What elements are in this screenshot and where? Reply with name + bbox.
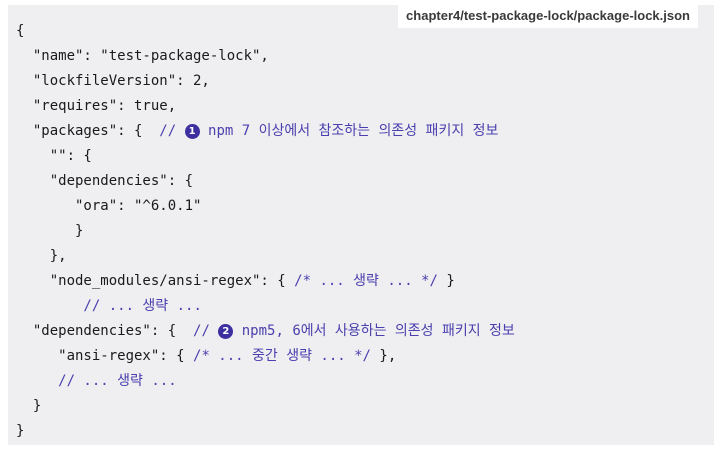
code-line: "ora": "^6.0.1" [16,198,202,214]
code-comment: /* ... 중간 생략 ... */ [193,348,371,364]
code-text: } [437,273,455,289]
code-line: "packages": { // 1 npm 7 이상에서 참조하는 의존성 패… [16,119,515,144]
code-text: "packages": { [16,123,160,139]
code-line: } [16,398,42,414]
code-line: } [16,423,25,439]
code-line: "lockfileVersion": 2, [16,73,210,89]
code-text: }, [370,348,397,364]
code-comment-line: // ... 생략 ... [16,373,177,389]
code-line: { [16,23,25,39]
code-comment: npm 7 이상에서 참조하는 의존성 패키지 정보 [199,123,499,139]
code-line: "requires": true, [16,98,177,114]
code-line: "": { [16,148,92,164]
code-line: "ansi-regex": { /* ... 중간 생략 ... */ }, [16,344,515,369]
code-comment: // [159,123,185,139]
code-line: "dependencies": { // 2 npm5, 6에서 사용하는 의존… [16,319,515,344]
code-text: "ansi-regex": { [16,348,194,364]
code-block: chapter4/test-package-lock/package-lock.… [8,5,714,445]
code-line: } [16,223,84,239]
code-line: }, [16,248,67,264]
code-line: "node_modules/ansi-regex": { /* ... 생략 .… [16,269,515,294]
code-comment: // [193,323,219,339]
code-text: "node_modules/ansi-regex": { [16,273,295,289]
code-comment-line: // ... 생략 ... [16,298,202,314]
marker-2-icon: 2 [218,324,234,339]
code-comment: /* ... 생략 ... */ [294,273,438,289]
code-line: "dependencies": { [16,173,194,189]
code-text: "dependencies": { [16,323,194,339]
code-line: "name": "test-package-lock", [16,48,269,64]
marker-1-icon: 1 [184,124,200,139]
code-content: { "name": "test-package-lock", "lockfile… [16,19,515,444]
code-comment: npm5, 6에서 사용하는 의존성 패키지 정보 [233,323,515,339]
